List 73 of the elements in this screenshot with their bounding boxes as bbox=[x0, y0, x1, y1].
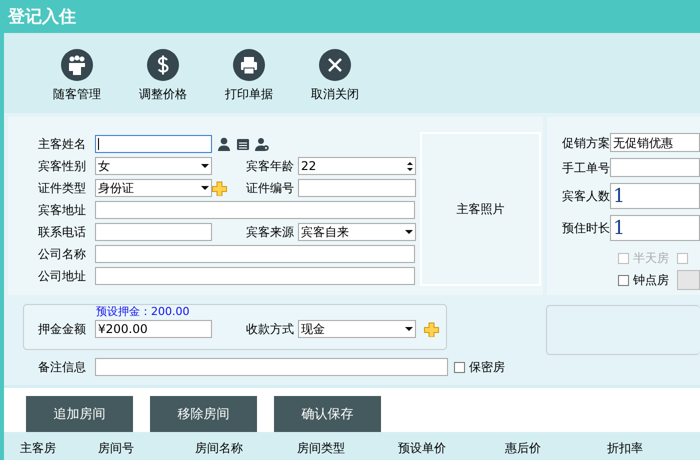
add-icon[interactable] bbox=[424, 322, 439, 336]
field-label: 主客姓名 bbox=[38, 136, 87, 153]
column-header[interactable]: 惠后价 bbox=[505, 439, 607, 460]
toolbar-button[interactable]: 取消关闭 bbox=[292, 49, 378, 113]
dollar-icon bbox=[147, 49, 179, 81]
checkbox-label[interactable]: 保密房 bbox=[469, 358, 505, 376]
user-icon[interactable] bbox=[217, 136, 232, 152]
dropdown[interactable]: 身份证 bbox=[95, 179, 212, 197]
action-button[interactable]: 移除房间 bbox=[150, 396, 257, 433]
field-label: 收款方式 bbox=[246, 321, 295, 338]
column-header[interactable]: 房间名称 bbox=[195, 439, 297, 460]
preset-deposit-link[interactable]: 预设押金：200.00 bbox=[96, 305, 190, 318]
input-field[interactable]: 无促销优惠 bbox=[610, 133, 700, 152]
field-label: 宾客年龄 bbox=[246, 158, 295, 175]
photo-label: 主客照片 bbox=[456, 201, 504, 218]
input-field[interactable] bbox=[298, 179, 416, 197]
checkbox-label[interactable]: 钟点房 bbox=[633, 271, 669, 289]
field-label: 联系电话 bbox=[38, 224, 87, 241]
spinner-arrows-icon bbox=[407, 162, 413, 170]
field-label: 公司名称 bbox=[38, 246, 87, 263]
checkbox[interactable] bbox=[454, 362, 465, 372]
column-header[interactable]: 房间号 bbox=[98, 439, 195, 460]
input-field[interactable] bbox=[95, 201, 415, 219]
dropdown[interactable]: 女 bbox=[95, 157, 212, 175]
field-label: 宾客地址 bbox=[38, 202, 87, 219]
photo-frame[interactable]: 主客照片 bbox=[420, 132, 541, 286]
dropdown[interactable]: 现金 bbox=[298, 320, 416, 338]
input-field[interactable] bbox=[610, 158, 700, 177]
field-label: 宾客来源 bbox=[246, 224, 295, 241]
input-field[interactable] bbox=[95, 267, 415, 285]
dropdown[interactable]: 宾客自来 bbox=[298, 223, 416, 241]
printer-icon bbox=[233, 49, 265, 81]
column-header[interactable]: 房间类型 bbox=[297, 439, 398, 460]
field-label: 备注信息 bbox=[38, 359, 87, 376]
action-button[interactable]: 追加房间 bbox=[26, 396, 133, 433]
text-cursor bbox=[98, 138, 99, 150]
field-label: 押金金额 bbox=[38, 321, 87, 338]
input-field[interactable]: 1 bbox=[610, 215, 700, 241]
dropdown-arrow-icon bbox=[405, 327, 413, 331]
input-field[interactable] bbox=[95, 358, 448, 376]
field-label: 宾客人数 bbox=[562, 188, 610, 205]
dropdown-arrow-icon bbox=[405, 230, 413, 234]
dropdown-arrow-icon bbox=[201, 186, 209, 190]
user-settings-icon[interactable] bbox=[255, 136, 270, 152]
group-icon bbox=[61, 49, 93, 81]
close-icon bbox=[319, 49, 351, 81]
dropdown-arrow-icon bbox=[201, 164, 209, 168]
field-label: 预住时长 bbox=[562, 220, 610, 237]
column-header[interactable]: 主客房 bbox=[20, 439, 98, 460]
column-header[interactable]: 折扣率 bbox=[607, 439, 687, 460]
field-label: 手工单号 bbox=[562, 160, 610, 176]
input-field[interactable]: 1 bbox=[610, 183, 700, 209]
field-label: 证件类型 bbox=[38, 180, 87, 197]
checkbox-label: 半天房 bbox=[633, 250, 669, 267]
toolbar-button[interactable]: 随客管理 bbox=[34, 49, 120, 113]
toolbar-button[interactable]: 调整价格 bbox=[120, 49, 206, 113]
number-field[interactable]: 22 bbox=[298, 157, 416, 175]
input-field[interactable] bbox=[95, 135, 212, 153]
window-title: 登记入住 bbox=[0, 0, 700, 33]
toolbar-button[interactable]: 打印单据 bbox=[206, 49, 292, 113]
add-icon[interactable] bbox=[212, 180, 227, 196]
input-field[interactable] bbox=[95, 223, 212, 241]
input-field[interactable]: ¥200.00 bbox=[95, 320, 212, 338]
action-button[interactable]: 确认保存 bbox=[274, 396, 381, 433]
button[interactable] bbox=[677, 270, 700, 290]
column-header[interactable]: 预设单价 bbox=[398, 439, 505, 460]
field-label: 公司地址 bbox=[38, 268, 87, 285]
field-label: 宾客性别 bbox=[38, 158, 87, 175]
list-icon[interactable] bbox=[236, 136, 251, 152]
checkbox[interactable] bbox=[618, 274, 629, 286]
input-field[interactable] bbox=[95, 245, 415, 263]
field-label: 促销方案 bbox=[562, 134, 610, 152]
field-label: 证件编号 bbox=[246, 180, 295, 197]
